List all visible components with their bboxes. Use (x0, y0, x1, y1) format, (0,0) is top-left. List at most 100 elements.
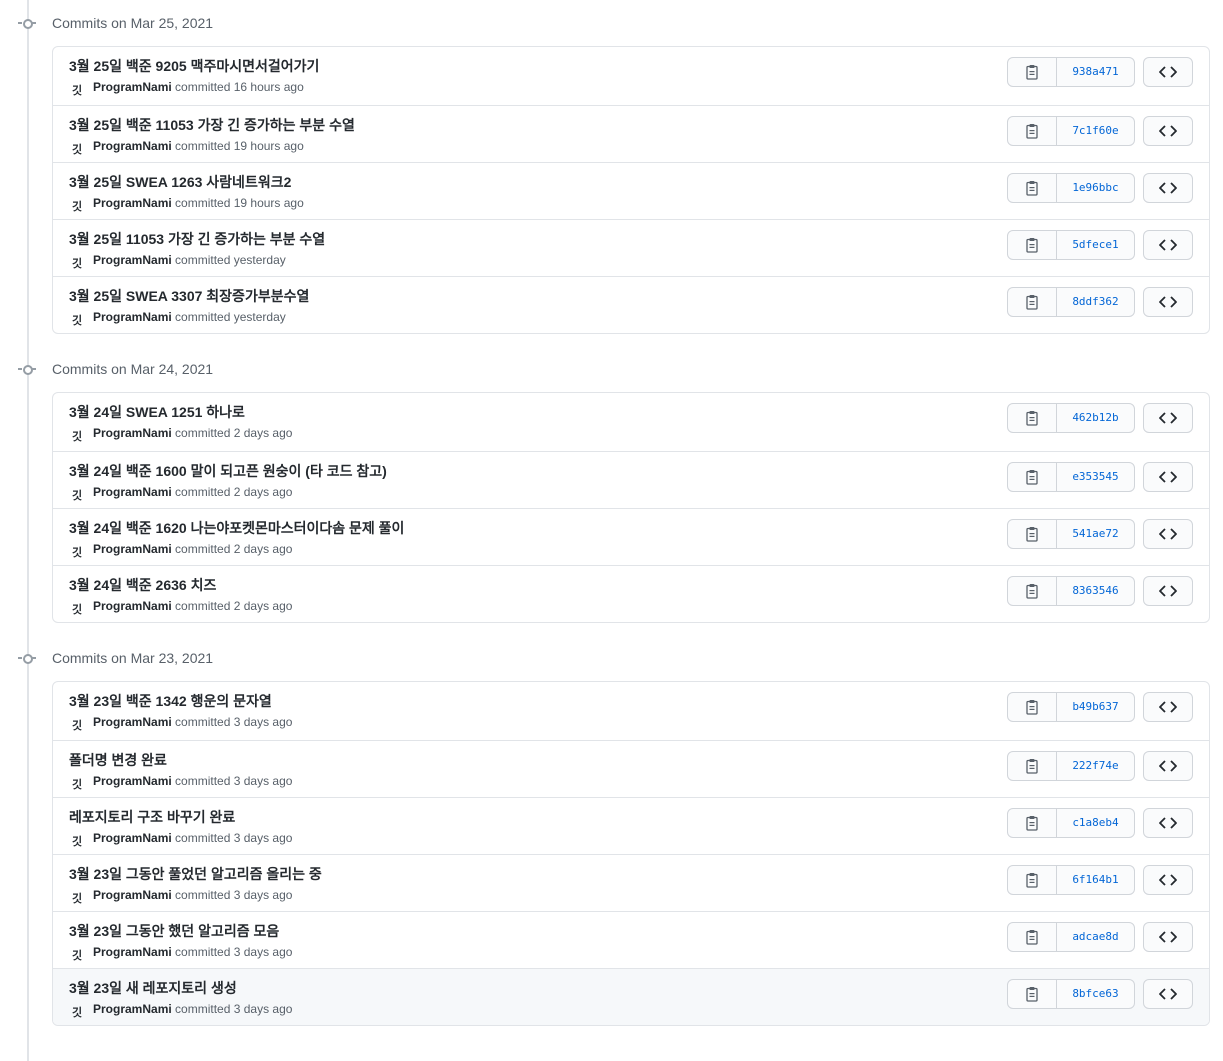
avatar[interactable]: 깃 (69, 948, 85, 964)
copy-sha-button[interactable] (1008, 520, 1057, 548)
browse-repository-button[interactable] (1143, 979, 1193, 1009)
commit-group-date: Commits on Mar 23, 2021 (52, 650, 214, 666)
copy-sha-button[interactable] (1008, 752, 1057, 780)
commit-sha-link[interactable]: 462b12b (1057, 404, 1134, 432)
commit-sha-link[interactable]: b49b637 (1057, 693, 1134, 721)
author-link[interactable]: ProgramNami (93, 774, 172, 788)
avatar[interactable]: 깃 (69, 313, 85, 329)
commit-sha-link[interactable]: 8ddf362 (1057, 288, 1134, 316)
avatar[interactable]: 깃 (69, 199, 85, 215)
copy-sha-button[interactable] (1008, 58, 1057, 86)
commit-title-link[interactable]: 3월 25일 백준 11053 가장 긴 증가하는 부분 수열 (69, 115, 355, 135)
copy-sha-button[interactable] (1008, 980, 1057, 1008)
author-link[interactable]: ProgramNami (93, 139, 172, 153)
commit-title-link[interactable]: 3월 25일 SWEA 3307 최장증가부분수열 (69, 286, 309, 306)
commit-sha-link[interactable]: 1e96bbc (1057, 174, 1134, 202)
browse-repository-button[interactable] (1143, 751, 1193, 781)
commit-sha-link[interactable]: c1a8eb4 (1057, 809, 1134, 837)
avatar[interactable]: 깃 (69, 545, 85, 561)
commit-title-link[interactable]: 3월 24일 백준 2636 치즈 (69, 575, 216, 595)
browse-repository-button[interactable] (1143, 808, 1193, 838)
copy-sha-button[interactable] (1008, 923, 1057, 951)
commit-sha-link[interactable]: 5dfece1 (1057, 231, 1134, 259)
copy-sha-button[interactable] (1008, 404, 1057, 432)
browse-repository-button[interactable] (1143, 287, 1193, 317)
browse-repository-button[interactable] (1143, 576, 1193, 606)
avatar[interactable]: 깃 (69, 718, 85, 734)
browse-repository-button[interactable] (1143, 403, 1193, 433)
copy-sha-button[interactable] (1008, 693, 1057, 721)
browse-repository-button[interactable] (1143, 922, 1193, 952)
code-icon (1159, 65, 1177, 79)
commit-title-link[interactable]: 3월 25일 SWEA 1263 사람네트워크2 (69, 172, 291, 192)
commit-title-link[interactable]: 3월 23일 백준 1342 행운의 문자열 (69, 691, 272, 711)
avatar[interactable]: 깃 (69, 891, 85, 907)
avatar[interactable]: 깃 (69, 429, 85, 445)
commit-title-link[interactable]: 3월 24일 SWEA 1251 하나로 (69, 402, 245, 422)
browse-repository-button[interactable] (1143, 57, 1193, 87)
browse-repository-button[interactable] (1143, 865, 1193, 895)
avatar[interactable]: 깃 (69, 602, 85, 618)
commit-title-link[interactable]: 3월 25일 백준 9205 맥주마시면서걸어가기 (69, 56, 319, 76)
copy-sha-button[interactable] (1008, 174, 1057, 202)
avatar[interactable]: 깃 (69, 834, 85, 850)
author-link[interactable]: ProgramNami (93, 485, 172, 499)
avatar[interactable]: 깃 (69, 1005, 85, 1021)
git-commit-icon (18, 362, 36, 376)
browse-repository-button[interactable] (1143, 462, 1193, 492)
author-link[interactable]: ProgramNami (93, 599, 172, 613)
commit-sha-link[interactable]: adcae8d (1057, 923, 1134, 951)
commit-title-link[interactable]: 3월 24일 백준 1620 나는야포켓몬마스터이다솜 문제 풀이 (69, 518, 404, 538)
copy-sha-button[interactable] (1008, 231, 1057, 259)
commit-title-link[interactable]: 3월 24일 백준 1600 말이 되고픈 원숭이 (타 코드 참고) (69, 461, 387, 481)
avatar[interactable]: 깃 (69, 488, 85, 504)
commit-title-link[interactable]: 3월 23일 그동안 했던 알고리즘 모음 (69, 921, 279, 941)
copy-sha-button[interactable] (1008, 288, 1057, 316)
commit-title-link[interactable]: 레포지토리 구조 바꾸기 완료 (69, 807, 235, 827)
author-link[interactable]: ProgramNami (93, 196, 172, 210)
commit-row: 3월 23일 그동안 했던 알고리즘 모음 깃 ProgramNami commit… (53, 911, 1209, 968)
copy-sha-button[interactable] (1008, 866, 1057, 894)
avatar[interactable]: 깃 (69, 83, 85, 99)
author-link[interactable]: ProgramNami (93, 542, 172, 556)
avatar[interactable]: 깃 (69, 777, 85, 793)
author-link[interactable]: ProgramNami (93, 888, 172, 902)
copy-sha-button[interactable] (1008, 463, 1057, 491)
commit-sha-link[interactable]: 541ae72 (1057, 520, 1134, 548)
code-icon (1159, 470, 1177, 484)
clipboard-icon (1025, 294, 1039, 310)
author-link[interactable]: ProgramNami (93, 253, 172, 267)
copy-sha-button[interactable] (1008, 809, 1057, 837)
author-link[interactable]: ProgramNami (93, 831, 172, 845)
copy-sha-button[interactable] (1008, 577, 1057, 605)
commit-sha-link[interactable]: 7c1f60e (1057, 117, 1134, 145)
author-link[interactable]: ProgramNami (93, 1002, 172, 1016)
commit-title-link[interactable]: 3월 23일 그동안 풀었던 알고리즘 올리는 중 (69, 864, 322, 884)
commit-title-link[interactable]: 폴더명 변경 완료 (69, 750, 167, 770)
commit-sha-link[interactable]: 222f74e (1057, 752, 1134, 780)
browse-repository-button[interactable] (1143, 230, 1193, 260)
commit-row: 3월 25일 백준 11053 가장 긴 증가하는 부분 수열깃 ProgramN… (53, 105, 1209, 162)
commit-sha-link[interactable]: e353545 (1057, 463, 1134, 491)
commit-sha-link[interactable]: 938a471 (1057, 58, 1134, 86)
browse-repository-button[interactable] (1143, 692, 1193, 722)
avatar[interactable]: 깃 (69, 142, 85, 158)
author-link[interactable]: ProgramNami (93, 426, 172, 440)
commit-group-date: Commits on Mar 25, 2021 (52, 15, 214, 31)
commit-sha-link[interactable]: 8bfce63 (1057, 980, 1134, 1008)
author-link[interactable]: ProgramNami (93, 715, 172, 729)
copy-sha-button[interactable] (1008, 117, 1057, 145)
avatar[interactable]: 깃 (69, 256, 85, 272)
commit-meta: 깃 ProgramNami committed 3 days ago (69, 945, 293, 964)
commit-title-link[interactable]: 3월 23일 새 레포지토리 생성 (69, 978, 237, 998)
author-link[interactable]: ProgramNami (93, 310, 172, 324)
commit-group: Commits on Mar 24, 2021 3월 24일 SWEA 1251 … (18, 346, 1210, 623)
browse-repository-button[interactable] (1143, 116, 1193, 146)
commit-title-link[interactable]: 3월 25일 11053 가장 긴 증가하는 부분 수열 (69, 229, 325, 249)
commit-sha-link[interactable]: 6f164b1 (1057, 866, 1134, 894)
browse-repository-button[interactable] (1143, 173, 1193, 203)
browse-repository-button[interactable] (1143, 519, 1193, 549)
commit-sha-link[interactable]: 8363546 (1057, 577, 1134, 605)
author-link[interactable]: ProgramNami (93, 945, 172, 959)
author-link[interactable]: ProgramNami (93, 80, 172, 94)
